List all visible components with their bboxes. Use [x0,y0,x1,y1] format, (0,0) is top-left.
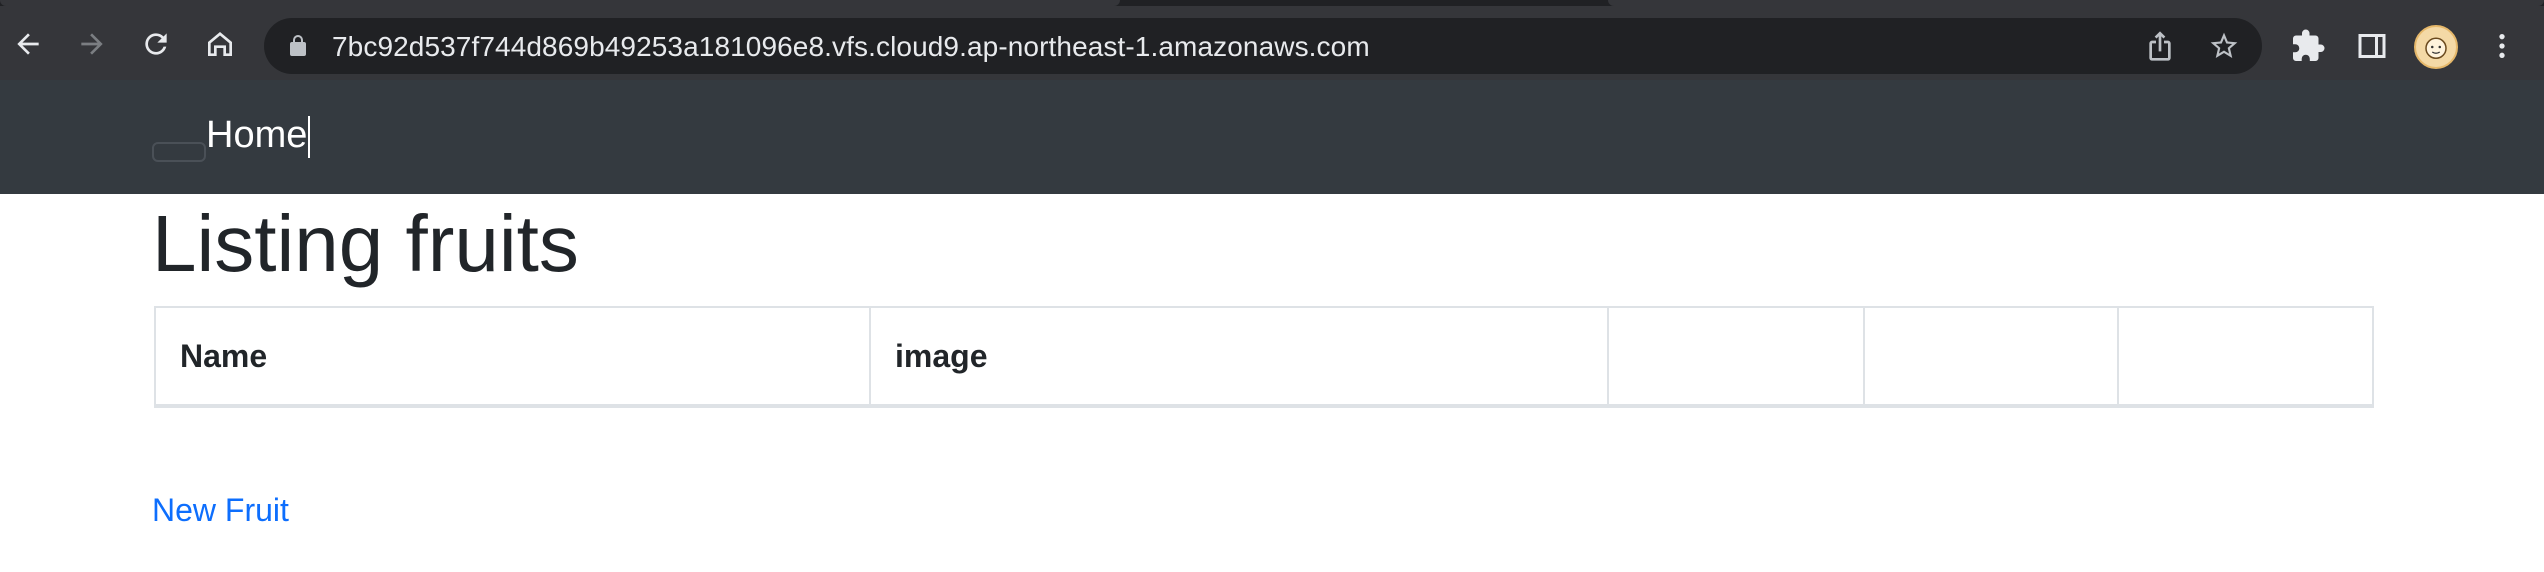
home-icon [208,32,232,56]
navbar-brand-home-link[interactable]: Home [206,114,307,157]
text-cursor [308,116,310,158]
star-icon[interactable] [2208,30,2240,62]
home-button[interactable] [196,20,244,68]
fruits-table: Name image [154,306,2374,408]
forward-icon [81,33,103,55]
profile-face-icon [2425,37,2447,59]
column-header-name: Name [156,308,871,404]
reload-icon [145,33,167,55]
forward-button[interactable] [68,20,116,68]
address-bar[interactable]: 7bc92d537f744d869b49253a181096e8.vfs.clo… [264,18,2262,74]
column-header-image: image [870,308,1609,404]
navbar-toggler-button[interactable] [152,142,206,162]
avatar[interactable] [2414,25,2458,69]
column-header-empty [2118,308,2372,404]
url-text[interactable]: 7bc92d537f744d869b49253a181096e8.vfs.clo… [332,31,1370,63]
lock-icon[interactable] [286,34,310,58]
extensions-icon[interactable] [2290,28,2326,64]
back-icon [17,33,39,55]
reload-button[interactable] [132,20,180,68]
browser-toolbar: 7bc92d537f744d869b49253a181096e8.vfs.clo… [0,6,2544,80]
site-navbar: Home [0,80,2544,194]
page-title: Listing fruits [152,199,579,288]
column-header-empty [1608,308,1865,404]
menu-icon[interactable] [2486,28,2518,64]
column-header-empty [1864,308,2119,404]
new-fruit-link[interactable]: New Fruit [152,492,289,529]
side-panel-icon[interactable] [2354,28,2390,64]
share-icon[interactable] [2144,30,2176,62]
table-header-row: Name image [156,308,2372,404]
back-button[interactable] [4,20,52,68]
